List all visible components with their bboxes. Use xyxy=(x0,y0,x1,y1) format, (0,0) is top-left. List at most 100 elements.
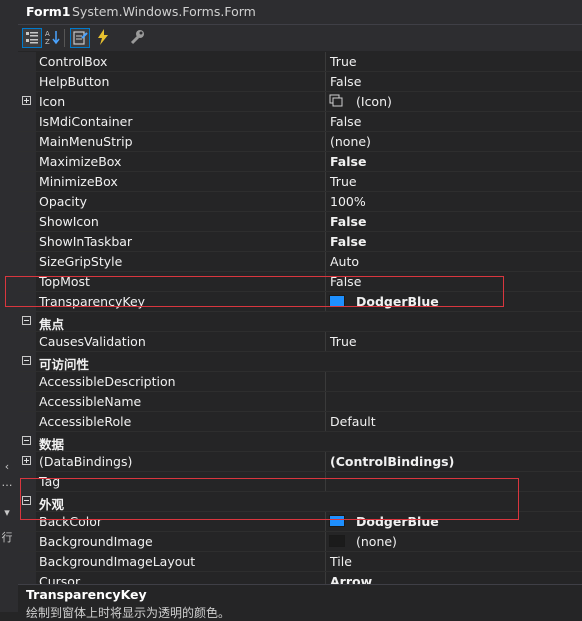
property-row[interactable]: ShowInTaskbar False xyxy=(18,232,582,252)
property-value[interactable]: DodgerBlue xyxy=(356,294,439,309)
expand-icon[interactable] xyxy=(22,96,31,105)
property-row[interactable]: TransparencyKey DodgerBlue xyxy=(18,292,582,312)
property-grid: ControlBox True HelpButton False Icon (Icon) I… xyxy=(18,52,582,612)
row-gutter xyxy=(18,172,36,191)
property-value[interactable]: False xyxy=(330,154,366,169)
edge-dropdown-glyph[interactable]: ▾ xyxy=(0,506,14,519)
column-divider xyxy=(325,472,326,491)
property-value[interactable]: (none) xyxy=(356,534,397,549)
property-row[interactable]: CausesValidation True xyxy=(18,332,582,352)
property-value[interactable]: 100% xyxy=(330,194,366,209)
events-button[interactable] xyxy=(94,28,114,48)
property-pages-icon xyxy=(130,30,144,45)
property-value[interactable]: Auto xyxy=(330,254,359,269)
property-row[interactable]: BackgroundImageLayout Tile xyxy=(18,552,582,572)
form-icon-preview-icon xyxy=(329,94,343,107)
collapse-icon[interactable] xyxy=(22,316,31,325)
category-label: 数据 xyxy=(39,437,65,452)
selected-object-type: System.Windows.Forms.Form xyxy=(72,4,256,19)
edge-ellipsis-glyph: … xyxy=(1,476,13,489)
property-value[interactable]: False xyxy=(330,214,366,229)
property-row[interactable]: AccessibleName xyxy=(18,392,582,412)
property-name: Icon xyxy=(39,94,66,109)
row-gutter xyxy=(18,232,36,251)
property-row[interactable]: BackgroundImage (none) xyxy=(18,532,582,552)
property-row[interactable]: TopMost False xyxy=(18,272,582,292)
property-value[interactable]: True xyxy=(330,334,357,349)
category-label: 可访问性 xyxy=(39,357,90,372)
property-row[interactable]: MaximizeBox False xyxy=(18,152,582,172)
row-gutter xyxy=(18,212,36,231)
property-row[interactable]: SizeGripStyle Auto xyxy=(18,252,582,272)
properties-toolbar: A Z xyxy=(18,25,582,51)
property-value[interactable]: Tile xyxy=(330,554,352,569)
property-value[interactable]: False xyxy=(330,274,361,289)
row-gutter xyxy=(18,72,36,91)
property-row[interactable]: MainMenuStrip (none) xyxy=(18,132,582,152)
property-row[interactable]: MinimizeBox True xyxy=(18,172,582,192)
property-row[interactable]: ControlBox True xyxy=(18,52,582,72)
property-row[interactable]: AccessibleDescription xyxy=(18,372,582,392)
column-divider xyxy=(325,52,326,71)
property-value[interactable]: False xyxy=(330,234,366,249)
column-divider xyxy=(325,332,326,351)
column-divider xyxy=(325,212,326,231)
category-row[interactable]: 焦点 xyxy=(18,312,582,332)
property-value[interactable]: False xyxy=(330,74,361,89)
property-row[interactable]: HelpButton False xyxy=(18,72,582,92)
property-name: TopMost xyxy=(39,274,90,289)
property-name: BackgroundImageLayout xyxy=(39,554,196,569)
svg-text:A: A xyxy=(45,30,50,38)
property-value[interactable]: (ControlBindings) xyxy=(330,454,454,469)
row-gutter xyxy=(18,412,36,431)
property-name: MinimizeBox xyxy=(39,174,118,189)
property-value[interactable]: False xyxy=(330,114,361,129)
color-swatch xyxy=(329,295,345,307)
property-value[interactable]: DodgerBlue xyxy=(356,514,439,529)
row-gutter xyxy=(18,92,36,111)
property-row[interactable]: IsMdiContainer False xyxy=(18,112,582,132)
row-gutter xyxy=(18,332,36,351)
property-pages-button[interactable] xyxy=(128,28,148,48)
property-name: BackgroundImage xyxy=(39,534,153,549)
properties-header[interactable]: Form1 System.Windows.Forms.Form xyxy=(18,0,582,25)
expand-icon[interactable] xyxy=(22,456,31,465)
property-row[interactable]: (DataBindings) (ControlBindings) xyxy=(18,452,582,472)
collapse-icon[interactable] xyxy=(22,436,31,445)
property-name: MainMenuStrip xyxy=(39,134,133,149)
property-value[interactable]: True xyxy=(330,54,357,69)
property-name: (DataBindings) xyxy=(39,454,133,469)
collapse-icon[interactable] xyxy=(22,496,31,505)
property-row[interactable]: BackColor DodgerBlue xyxy=(18,512,582,532)
properties-button[interactable] xyxy=(70,28,90,48)
column-divider xyxy=(325,372,326,391)
property-value[interactable]: (none) xyxy=(330,134,371,149)
property-name: BackColor xyxy=(39,514,102,529)
property-name: HelpButton xyxy=(39,74,110,89)
column-divider xyxy=(325,272,326,291)
edge-row-label: 行 xyxy=(1,531,13,544)
property-row[interactable]: ShowIcon False xyxy=(18,212,582,232)
property-value[interactable]: True xyxy=(330,174,357,189)
property-name: IsMdiContainer xyxy=(39,114,133,129)
category-row[interactable]: 外观 xyxy=(18,492,582,512)
alphabetical-button[interactable]: A Z xyxy=(44,28,64,48)
collapse-icon[interactable] xyxy=(22,356,31,365)
property-value[interactable]: (Icon) xyxy=(356,94,392,109)
events-icon xyxy=(98,29,108,45)
column-divider xyxy=(325,412,326,431)
category-row[interactable]: 数据 xyxy=(18,432,582,452)
property-row[interactable]: Opacity 100% xyxy=(18,192,582,212)
edge-arrow-glyph: ‹ xyxy=(4,460,10,473)
category-row[interactable]: 可访问性 xyxy=(18,352,582,372)
row-gutter xyxy=(18,392,36,411)
category-label: 焦点 xyxy=(39,317,65,332)
property-row[interactable]: Tag xyxy=(18,472,582,492)
categorized-button[interactable] xyxy=(22,28,42,48)
property-value[interactable]: Default xyxy=(330,414,376,429)
description-title: TransparencyKey xyxy=(26,587,147,602)
row-gutter xyxy=(18,512,36,531)
property-row[interactable]: Icon (Icon) xyxy=(18,92,582,112)
row-gutter xyxy=(18,552,36,571)
property-row[interactable]: AccessibleRole Default xyxy=(18,412,582,432)
